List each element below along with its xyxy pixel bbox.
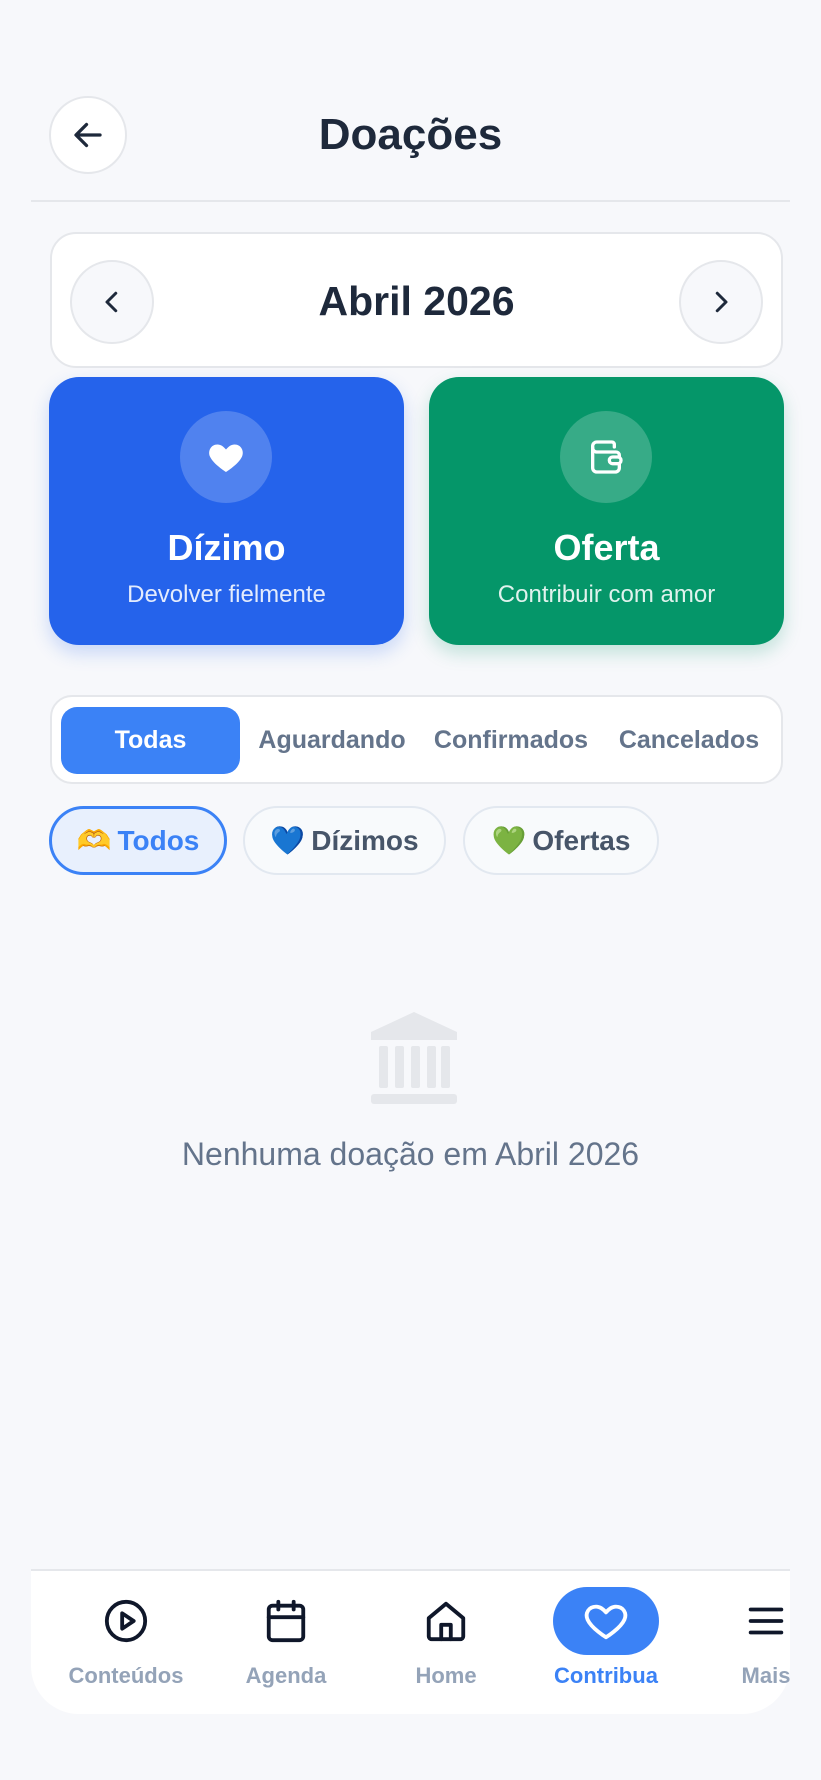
bottom-nav: Conteúdos Agenda Home Contribua Mais (31, 1569, 790, 1714)
nav-item-agenda[interactable]: Agenda (211, 1571, 361, 1716)
filter-chip-label: Todos (117, 824, 200, 856)
nav-item-conteudos[interactable]: Conteúdos (51, 1571, 201, 1716)
green-heart-emoji: 💚 (491, 824, 527, 856)
offer-subtitle: Contribuir com amor (497, 581, 716, 608)
play-circle-icon (73, 1587, 179, 1655)
tab-cancelados[interactable]: Cancelados (604, 707, 774, 774)
tab-todas[interactable]: Todas (61, 707, 240, 774)
menu-icon (713, 1587, 819, 1655)
heart-icon (553, 1587, 659, 1655)
month-label: Abril 2026 (318, 278, 515, 324)
tithe-title: Dízimo (167, 527, 286, 568)
nav-item-mais[interactable]: Mais (691, 1571, 821, 1716)
status-tabs: Todas Aguardando Confirmados Cancelados (50, 695, 783, 784)
next-month-button[interactable] (679, 260, 763, 344)
tab-confirmados[interactable]: Confirmados (422, 707, 600, 774)
heart-hands-emoji: 🫶 (76, 824, 112, 856)
tab-aguardando[interactable]: Aguardando (246, 707, 418, 774)
month-selector: Abril 2026 (50, 232, 783, 368)
nav-label: Agenda (245, 1663, 327, 1688)
bank-icon (369, 1010, 459, 1106)
header: Doações (31, 96, 790, 202)
home-icon (393, 1587, 499, 1655)
nav-label: Mais (741, 1663, 791, 1688)
nav-label: Home (415, 1663, 477, 1688)
filter-chip-todos[interactable]: 🫶 Todos (49, 806, 227, 875)
empty-state-message: Nenhuma doação em Abril 2026 (181, 1136, 640, 1172)
nav-item-contribua[interactable]: Contribua (531, 1571, 681, 1716)
filter-chip-dizimos[interactable]: 💙 Dízimos (243, 806, 446, 875)
heart-icon (180, 411, 272, 503)
offer-title: Oferta (553, 527, 660, 568)
blue-heart-emoji: 💙 (270, 824, 306, 856)
filter-chip-ofertas[interactable]: 💚 Ofertas (463, 806, 659, 875)
filter-chip-label: Ofertas (532, 824, 631, 856)
tithe-subtitle: Devolver fielmente (127, 581, 326, 608)
nav-label: Contribua (554, 1663, 658, 1688)
offer-card[interactable]: Oferta Contribuir com amor (429, 377, 784, 645)
wallet-icon (560, 411, 652, 503)
nav-item-home[interactable]: Home (371, 1571, 521, 1716)
page-title: Doações (318, 110, 503, 159)
calendar-icon (233, 1587, 339, 1655)
tithe-card[interactable]: Dízimo Devolver fielmente (49, 377, 404, 645)
nav-label: Conteúdos (68, 1663, 184, 1688)
chevron-right-icon (715, 291, 728, 313)
filter-chip-label: Dízimos (311, 824, 419, 856)
